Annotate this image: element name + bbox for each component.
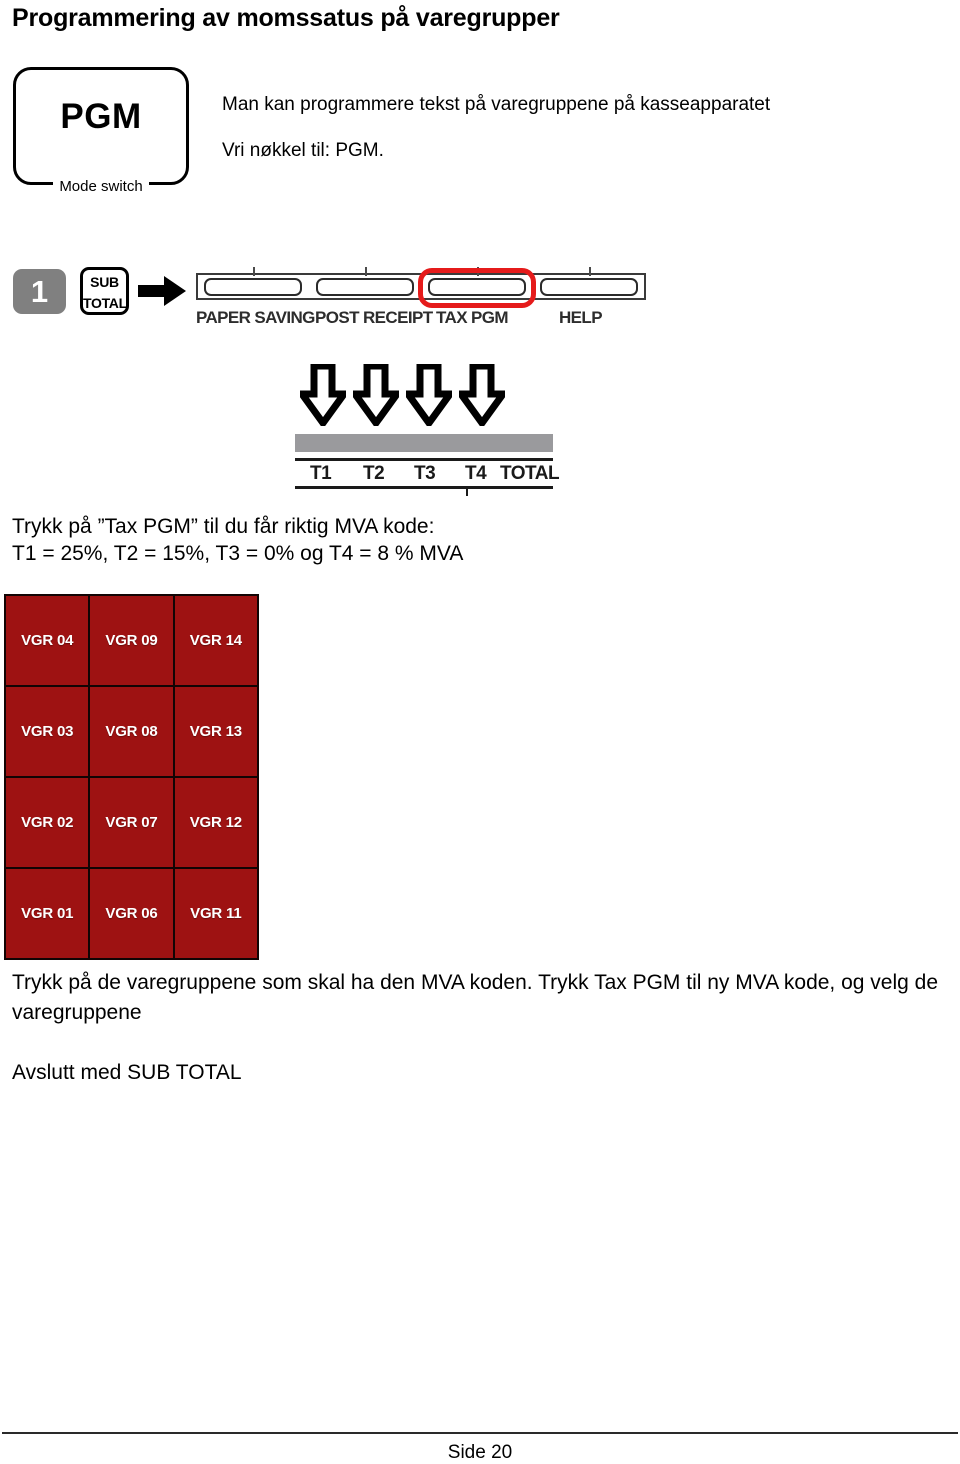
bottom-instruction-paragraph-2: Avslutt med SUB TOTAL (12, 1061, 242, 1084)
arrow-right-icon (138, 276, 186, 306)
vgr-keypad: VGR 04 VGR 09 VGR 14 VGR 03 VGR 08 VGR 1… (4, 594, 259, 960)
function-key-labels: PAPER SAVING POST RECEIPT TAX PGM HELP (196, 308, 656, 332)
mode-switch-illustration: PGM Mode switch (13, 67, 189, 195)
vgr-key[interactable]: VGR 14 (174, 596, 257, 685)
vgr-key[interactable]: VGR 08 (90, 687, 173, 776)
function-key-tick (589, 267, 591, 276)
bottom-instruction-block: Trykk på de varegruppene som skal ha den… (12, 968, 947, 1088)
page-title: Programmering av momssatus på varegruppe… (12, 4, 560, 32)
tax-label-t2: T2 (363, 463, 385, 484)
vgr-key[interactable]: VGR 09 (90, 596, 173, 685)
mode-switch-caption: Mode switch (13, 177, 189, 197)
mode-switch-value: PGM (60, 97, 142, 136)
tax-label-t1: T1 (310, 463, 332, 484)
tax-label-t3: T3 (414, 463, 436, 484)
intro-paragraph: Man kan programmere tekst på varegruppen… (222, 82, 922, 174)
footer-page-number: Side 20 (447, 1442, 513, 1463)
tax-label-total: TOTAL (500, 463, 560, 484)
sub-total-key-line-2: TOTAL (83, 295, 127, 311)
function-key-label-help: HELP (559, 308, 603, 327)
sub-total-key: SUB TOTAL (80, 267, 129, 315)
vgr-key[interactable]: VGR 06 (90, 869, 173, 958)
function-key-label-tax-pgm: TAX PGM (436, 308, 509, 327)
vgr-key[interactable]: VGR 11 (174, 869, 257, 958)
sub-total-key-line-1: SUB (90, 274, 119, 290)
footer-divider (2, 1432, 958, 1434)
function-key-label-post-receipt: POST RECEIPT (315, 308, 433, 327)
vgr-key[interactable]: VGR 02 (6, 778, 89, 867)
intro-line-1: Man kan programmere tekst på varegruppen… (222, 94, 771, 115)
bottom-instruction-paragraph-1: Trykk på de varegruppene som skal ha den… (12, 971, 939, 1024)
function-key-tick (365, 267, 367, 276)
mid-instruction-line-2: T1 = 25%, T2 = 15%, T3 = 0% og T4 = 8 % … (12, 542, 464, 565)
function-key-label-paper-saving: PAPER SAVING (196, 308, 315, 327)
function-key-strip (196, 264, 646, 308)
intro-line-2: Vri nøkkel til: PGM. (222, 140, 384, 161)
tax-label-t4: T4 (465, 463, 487, 484)
tax-label-tick (466, 489, 468, 496)
arrow-down-outline-icon (459, 364, 505, 426)
step-number-badge: 1 (13, 269, 66, 314)
mid-instruction-paragraph: Trykk på ”Tax PGM” til du får riktig MVA… (12, 513, 712, 567)
vgr-key[interactable]: VGR 03 (6, 687, 89, 776)
vgr-key[interactable]: VGR 12 (174, 778, 257, 867)
vgr-key[interactable]: VGR 01 (6, 869, 89, 958)
arrow-down-outline-icon (300, 364, 346, 426)
vgr-key[interactable]: VGR 07 (90, 778, 173, 867)
function-key-help[interactable] (540, 278, 638, 296)
tax-status-bar (295, 434, 553, 452)
function-key-post-receipt[interactable] (316, 278, 414, 296)
tax-pgm-highlight (418, 268, 536, 308)
step-one-illustration: 1 SUB TOTAL PAPER SAVING POST RECEIPT TA… (0, 250, 960, 355)
function-key-paper-saving[interactable] (204, 278, 302, 296)
vgr-key[interactable]: VGR 04 (6, 596, 89, 685)
mid-instruction-line-1: Trykk på ”Tax PGM” til du får riktig MVA… (12, 515, 435, 538)
tax-label-rule-bottom (295, 486, 553, 489)
arrow-down-outline-icon (406, 364, 452, 426)
tax-label-rule-top (295, 458, 553, 461)
function-key-tick (253, 267, 255, 276)
arrow-down-outline-icon (353, 364, 399, 426)
mode-switch-caption-text: Mode switch (53, 178, 149, 195)
tax-indicator-illustration: T1 T2 T3 T4 TOTAL (0, 360, 960, 496)
vgr-key[interactable]: VGR 13 (174, 687, 257, 776)
